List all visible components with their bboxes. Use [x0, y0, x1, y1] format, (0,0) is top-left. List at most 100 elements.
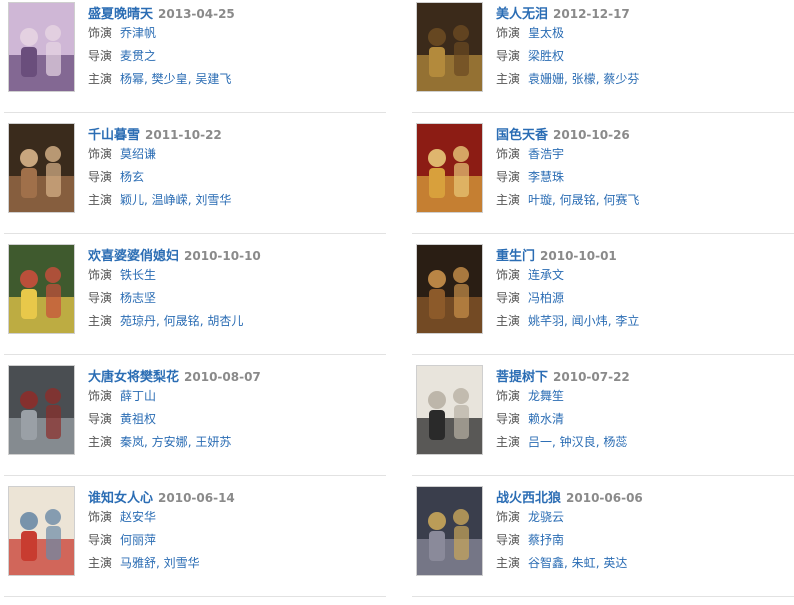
person-link[interactable]: 蔡抒南 [528, 533, 564, 547]
drama-info: 战火西北狼 2010-06-06 饰演 龙骁云 导演 蔡抒南 主演 谷智鑫, 朱虹, 英达 [496, 484, 786, 575]
role-line: 饰演 铁长生 [88, 264, 378, 287]
cast-label: 主演 [88, 193, 113, 207]
poster-image[interactable] [416, 365, 483, 455]
drama-title-link[interactable]: 战火西北狼 [496, 491, 561, 506]
release-date: 2010-10-01 [540, 249, 617, 263]
role-line: 饰演 莫绍谦 [88, 143, 378, 166]
cast-names: 袁姗姗, 张檬, 蔡少芬 [528, 72, 639, 86]
role-names: 乔津帆 [120, 26, 156, 40]
person-link[interactable]: 赵安华 [120, 510, 156, 524]
drama-title-link[interactable]: 谁知女人心 [88, 491, 153, 506]
person-link[interactable]: 苑琼丹 [120, 314, 156, 328]
person-link[interactable]: 李立 [615, 314, 639, 328]
drama-title-link[interactable]: 重生门 [496, 249, 535, 264]
role-label: 饰演 [88, 26, 113, 40]
person-link[interactable]: 钟汉良 [560, 435, 596, 449]
poster-image[interactable] [8, 486, 75, 576]
director-label: 导演 [496, 412, 521, 426]
person-link[interactable]: 张檬 [572, 72, 596, 86]
poster-image[interactable] [416, 486, 483, 576]
cast-label: 主演 [496, 314, 521, 328]
person-link[interactable]: 吕一 [528, 435, 552, 449]
person-link[interactable]: 铁长生 [120, 268, 156, 282]
person-link[interactable]: 何赛飞 [603, 193, 639, 207]
drama-title-link[interactable]: 盛夏晚晴天 [88, 7, 153, 22]
poster-image[interactable] [8, 2, 75, 92]
director-line: 导演 赖水清 [496, 408, 786, 431]
role-line: 饰演 龙舞笙 [496, 385, 786, 408]
poster-image[interactable] [416, 244, 483, 334]
person-link[interactable]: 吴建飞 [195, 72, 231, 86]
director-names: 李慧珠 [528, 170, 564, 184]
person-link[interactable]: 薛丁山 [120, 389, 156, 403]
drama-title-link[interactable]: 菩提树下 [496, 370, 548, 385]
cast-names: 谷智鑫, 朱虹, 英达 [528, 556, 627, 570]
person-link[interactable]: 连承文 [528, 268, 564, 282]
person-link[interactable]: 何晟铭 [560, 193, 596, 207]
drama-title-link[interactable]: 欢喜婆婆俏媳妇 [88, 249, 179, 264]
title-line: 欢喜婆婆俏媳妇 2010-10-10 [88, 246, 378, 264]
role-label: 饰演 [496, 26, 521, 40]
person-link[interactable]: 王妍苏 [195, 435, 231, 449]
person-link[interactable]: 何丽萍 [120, 533, 156, 547]
poster-image[interactable] [8, 123, 75, 213]
drama-item: 菩提树下 2010-07-22 饰演 龙舞笙 导演 赖水清 主演 吕一, 钟汉良, 杨蕊 [412, 363, 794, 476]
person-link[interactable]: 叶璇 [528, 193, 552, 207]
release-date: 2010-07-22 [553, 370, 630, 384]
cast-label: 主演 [88, 435, 113, 449]
drama-title-link[interactable]: 千山暮雪 [88, 128, 140, 143]
person-link[interactable]: 闻小炜 [572, 314, 608, 328]
person-link[interactable]: 乔津帆 [120, 26, 156, 40]
cast-names: 颖儿, 温峥嵘, 刘雪华 [120, 193, 231, 207]
person-link[interactable]: 方安娜 [152, 435, 188, 449]
drama-item: 千山暮雪 2011-10-22 饰演 莫绍谦 导演 杨玄 主演 颖儿, 温峥嵘, 刘雪华 [4, 121, 386, 234]
person-link[interactable]: 冯柏源 [528, 291, 564, 305]
cast-names: 杨幂, 樊少皇, 吴建飞 [120, 72, 231, 86]
person-link[interactable]: 谷智鑫 [528, 556, 564, 570]
director-names: 蔡抒南 [528, 533, 564, 547]
director-names: 黄祖权 [120, 412, 156, 426]
drama-title-link[interactable]: 美人无泪 [496, 7, 548, 22]
cast-line: 主演 叶璇, 何晟铭, 何赛飞 [496, 189, 786, 212]
person-link[interactable]: 黄祖权 [120, 412, 156, 426]
name-separator: , [144, 72, 152, 86]
person-link[interactable]: 杨幂 [120, 72, 144, 86]
person-link[interactable]: 赖水清 [528, 412, 564, 426]
person-link[interactable]: 杨志坚 [120, 291, 156, 305]
person-link[interactable]: 马雅舒 [120, 556, 156, 570]
poster-image[interactable] [416, 123, 483, 213]
person-link[interactable]: 颖儿 [120, 193, 144, 207]
person-link[interactable]: 姚芊羽 [528, 314, 564, 328]
person-link[interactable]: 李慧珠 [528, 170, 564, 184]
title-line: 谁知女人心 2010-06-14 [88, 488, 378, 506]
cast-line: 主演 吕一, 钟汉良, 杨蕊 [496, 431, 786, 454]
person-link[interactable]: 蔡少芬 [603, 72, 639, 86]
person-link[interactable]: 杨蕊 [603, 435, 627, 449]
person-link[interactable]: 樊少皇 [152, 72, 188, 86]
person-link[interactable]: 龙舞笙 [528, 389, 564, 403]
poster-image[interactable] [416, 2, 483, 92]
person-link[interactable]: 何晟铭 [164, 314, 200, 328]
cast-label: 主演 [88, 72, 113, 86]
person-link[interactable]: 袁姗姗 [528, 72, 564, 86]
person-link[interactable]: 胡杏儿 [207, 314, 243, 328]
person-link[interactable]: 皇太极 [528, 26, 564, 40]
person-link[interactable]: 梁胜权 [528, 49, 564, 63]
person-link[interactable]: 龙骁云 [528, 510, 564, 524]
drama-title-link[interactable]: 大唐女将樊梨花 [88, 370, 179, 385]
director-label: 导演 [88, 412, 113, 426]
person-link[interactable]: 秦岚 [120, 435, 144, 449]
person-link[interactable]: 刘雪华 [164, 556, 200, 570]
person-link[interactable]: 刘雪华 [195, 193, 231, 207]
poster-image[interactable] [8, 244, 75, 334]
person-link[interactable]: 麦贯之 [120, 49, 156, 63]
person-link[interactable]: 莫绍谦 [120, 147, 156, 161]
person-link[interactable]: 朱虹 [572, 556, 596, 570]
person-link[interactable]: 温峥嵘 [152, 193, 188, 207]
role-line: 饰演 连承文 [496, 264, 786, 287]
person-link[interactable]: 英达 [603, 556, 627, 570]
drama-title-link[interactable]: 国色天香 [496, 128, 548, 143]
person-link[interactable]: 香浩宇 [528, 147, 564, 161]
poster-image[interactable] [8, 365, 75, 455]
person-link[interactable]: 杨玄 [120, 170, 144, 184]
